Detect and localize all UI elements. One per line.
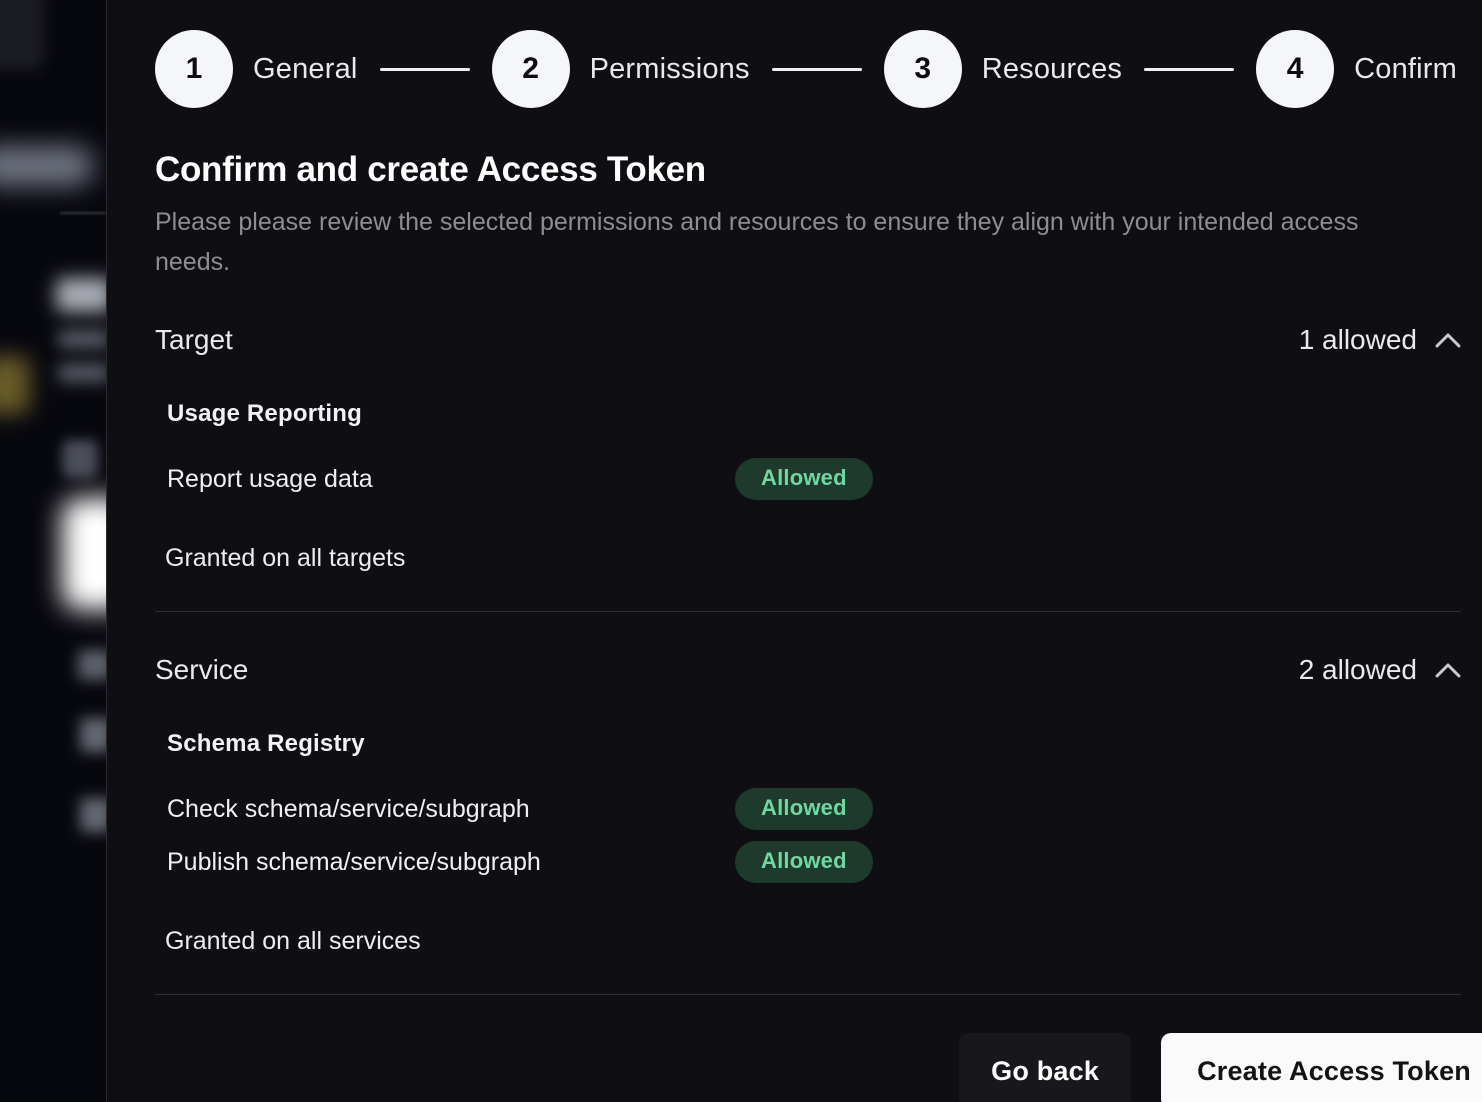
blurred-text-fragment bbox=[78, 650, 106, 680]
permission-group-schema-registry: Schema Registry Check schema/service/sub… bbox=[167, 730, 1456, 883]
permission-label: Check schema/service/subgraph bbox=[167, 795, 735, 824]
granted-note-target: Granted on all targets bbox=[165, 544, 1456, 573]
section-title: Service bbox=[155, 654, 248, 686]
permission-row: Check schema/service/subgraph Allowed bbox=[167, 788, 1456, 830]
step-number-circle: 1 bbox=[155, 30, 233, 108]
status-badge: Allowed bbox=[735, 788, 873, 830]
permission-row: Publish schema/service/subgraph Allowed bbox=[167, 841, 1456, 883]
chevron-up-icon bbox=[1435, 332, 1461, 348]
step-label: Confirm bbox=[1354, 53, 1457, 86]
allowed-count: 1 allowed bbox=[1299, 324, 1417, 356]
allowed-count: 2 allowed bbox=[1299, 654, 1417, 686]
step-label: Permissions bbox=[590, 53, 750, 86]
section-divider bbox=[155, 611, 1461, 612]
granted-note-service: Granted on all services bbox=[165, 927, 1456, 956]
step-general[interactable]: 1 General bbox=[155, 30, 358, 108]
blurred-heading-text bbox=[56, 278, 106, 312]
modal-footer: Go back Create Access Token bbox=[155, 1033, 1482, 1102]
group-title: Usage Reporting bbox=[167, 400, 1456, 428]
blurred-text-fragment bbox=[80, 798, 106, 832]
create-access-token-button[interactable]: Create Access Token bbox=[1161, 1033, 1482, 1102]
step-resources[interactable]: 3 Resources bbox=[884, 30, 1122, 108]
section-divider bbox=[155, 994, 1461, 995]
step-permissions[interactable]: 2 Permissions bbox=[492, 30, 750, 108]
status-badge: Allowed bbox=[735, 841, 873, 883]
go-back-button[interactable]: Go back bbox=[959, 1033, 1131, 1102]
permission-group-usage-reporting: Usage Reporting Report usage data Allowe… bbox=[167, 400, 1456, 500]
step-confirm[interactable]: 4 Confirm bbox=[1256, 30, 1457, 108]
wizard-stepper: 1 General 2 Permissions 3 Resources 4 Co… bbox=[155, 30, 1457, 108]
chevron-up-icon bbox=[1435, 662, 1461, 678]
stepper-connector bbox=[772, 68, 862, 71]
step-label: Resources bbox=[982, 53, 1122, 86]
blurred-divider bbox=[60, 212, 106, 214]
blurred-background-sidebar bbox=[0, 0, 106, 1102]
blurred-text-line bbox=[58, 364, 106, 382]
group-title: Schema Registry bbox=[167, 730, 1456, 758]
stepper-connector bbox=[380, 68, 470, 71]
section-collapse-toggle-service[interactable]: 2 allowed bbox=[1299, 654, 1461, 686]
step-number-circle: 2 bbox=[492, 30, 570, 108]
step-number-circle: 4 bbox=[1256, 30, 1334, 108]
permission-label: Report usage data bbox=[167, 465, 735, 494]
blurred-text-line bbox=[58, 330, 106, 348]
blurred-logo-block bbox=[0, 0, 44, 70]
page-description: Please please review the selected permis… bbox=[155, 202, 1385, 282]
section-title: Target bbox=[155, 324, 233, 356]
page-title: Confirm and create Access Token bbox=[155, 150, 1456, 190]
blurred-icon bbox=[62, 440, 98, 478]
section-header-target: Target 1 allowed bbox=[155, 324, 1461, 356]
blurred-nav-item bbox=[0, 146, 94, 186]
create-access-token-modal: 1 General 2 Permissions 3 Resources 4 Co… bbox=[106, 0, 1482, 1102]
permission-row: Report usage data Allowed bbox=[167, 458, 1456, 500]
status-badge: Allowed bbox=[735, 458, 873, 500]
section-collapse-toggle-target[interactable]: 1 allowed bbox=[1299, 324, 1461, 356]
step-label: General bbox=[253, 53, 358, 86]
permission-label: Publish schema/service/subgraph bbox=[167, 848, 735, 877]
step-number-circle: 3 bbox=[884, 30, 962, 108]
stepper-connector bbox=[1144, 68, 1234, 71]
section-header-service: Service 2 allowed bbox=[155, 654, 1461, 686]
blurred-accent-box bbox=[0, 356, 30, 414]
blurred-white-card bbox=[62, 498, 106, 610]
blurred-text-fragment bbox=[80, 718, 106, 752]
